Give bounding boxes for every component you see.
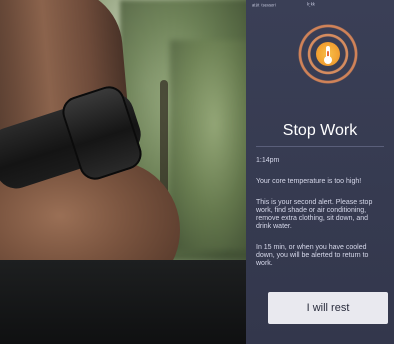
alert-line-1: Your core temperature is too high! — [256, 178, 362, 185]
title-divider — [256, 146, 384, 147]
screenshot-frame: ᵃᵗ⁸ᵗ ⁽ˢᵉⁿˢᵒʳ⁾ ᵏ:ᵏᵏ Stop Work 1:14pm Your… — [0, 0, 394, 344]
arm-with-armband — [0, 0, 246, 344]
photo-background — [0, 0, 246, 344]
status-bar: ᵃᵗ⁸ᵗ ⁽ˢᵉⁿˢᵒʳ⁾ ᵏ:ᵏᵏ — [252, 3, 388, 13]
i-will-rest-button[interactable]: I will rest — [268, 292, 388, 324]
carrier-text: ᵃᵗ⁸ᵗ ⁽ˢᵉⁿˢᵒʳ⁾ — [252, 4, 277, 10]
alert-time: 1:14pm — [256, 157, 280, 164]
shirt — [0, 260, 246, 344]
alert-line-2: This is your second alert. Please stop w… — [256, 199, 373, 230]
thermometer-icon — [324, 46, 332, 64]
phone-screen: ᵃᵗ⁸ᵗ ⁽ˢᵉⁿˢᵒʳ⁾ ᵏ:ᵏᵏ Stop Work 1:14pm Your… — [246, 0, 394, 344]
thermometer-fill — [327, 51, 329, 60]
alert-line-3: In 15 min, or when you have cooled down,… — [256, 244, 369, 267]
status-time: ᵏ:ᵏᵏ — [307, 3, 315, 9]
alert-title: Stop Work — [282, 122, 358, 139]
alert-badge — [296, 22, 360, 86]
